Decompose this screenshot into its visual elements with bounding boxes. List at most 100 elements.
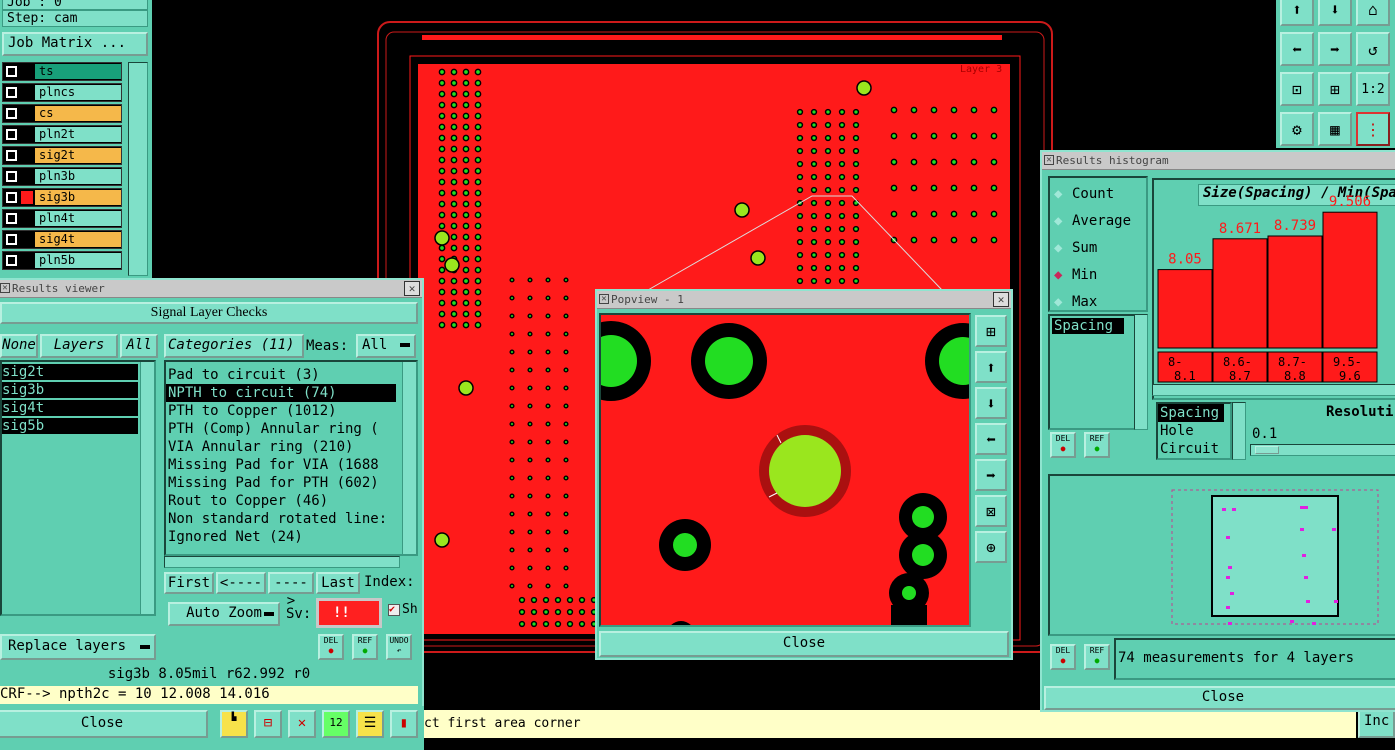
del-button[interactable]: DEL ● [318,634,344,660]
map-del-button[interactable]: DEL ● [1050,644,1076,670]
pan-left-icon[interactable]: ⬅ [1280,32,1314,66]
attribute-scroll[interactable] [1232,402,1246,460]
mode-radio-count[interactable]: ◆ Count [1054,184,1146,211]
layer-checkbox[interactable] [6,108,17,119]
histogram-icon[interactable]: ▮ [390,710,418,738]
layer-row-pln2t[interactable]: pln2t [2,125,122,144]
rotate-icon[interactable]: ↺ [1356,32,1390,66]
popview-right-icon[interactable]: ➡ [975,459,1007,491]
popview-center-icon[interactable]: ⊕ [975,531,1007,563]
metric-list[interactable]: Spacing [1048,314,1142,430]
layer-row-sig3b[interactable]: sig3b [2,188,122,207]
none-button[interactable]: None [0,334,38,358]
layer-row-sig4t[interactable]: sig4t [2,230,122,249]
snap-icon[interactable]: ⋮ [1356,112,1390,146]
report-icon[interactable]: ▙ [220,710,248,738]
histogram-bar[interactable] [1212,238,1268,349]
zoom-ratio-icon[interactable]: 1:2 [1356,72,1390,106]
resolution-slider-thumb[interactable] [1255,446,1279,454]
category-item[interactable]: VIA Annular ring (210) [166,438,396,456]
signal-layer-checks-header[interactable]: Signal Layer Checks [0,302,418,324]
pan-right-icon[interactable]: ➡ [1318,32,1352,66]
zoom-out-icon[interactable]: ⊞ [1318,72,1352,106]
error-icon[interactable]: ⊟ [254,710,282,738]
category-item[interactable]: Rout to Copper (46) [166,492,396,510]
layer-results-list[interactable]: sig2t sig3b sig4t sig5b [0,360,156,616]
metric-item[interactable]: Spacing [1052,318,1124,334]
distribution-map[interactable] [1048,474,1395,636]
popview-canvas[interactable] [599,313,971,627]
next-button[interactable]: ----> [268,572,314,609]
attribute-list[interactable]: Spacing Hole Circuit [1156,402,1232,460]
category-item[interactable]: NPTH to circuit (74) [166,384,396,402]
layer-checkbox[interactable] [6,66,17,77]
category-item[interactable]: Non standard rotated line: [166,510,396,528]
pan-down-icon[interactable]: ⬇ [1318,0,1352,26]
popview-up-icon[interactable]: ⬆ [975,351,1007,383]
results-viewer-close-icon[interactable]: ✕ [404,281,420,296]
popview-close-button[interactable]: Close [599,631,1009,657]
inc-button[interactable]: Inc [1358,710,1395,738]
layers-button[interactable]: Layers [40,334,118,358]
all-button[interactable]: All [120,334,158,358]
layer-row-cs[interactable]: cs [2,104,122,123]
histogram-bar[interactable] [1267,235,1323,349]
popview-zoom-icon[interactable]: ⊞ [975,315,1007,347]
home-icon[interactable]: ⌂ [1356,0,1390,26]
last-button[interactable]: Last [316,572,360,594]
layer-checkbox[interactable] [6,255,17,266]
notes-icon[interactable]: ☰ [356,710,384,738]
layer-row-sig2t[interactable]: sig2t [2,146,122,165]
histogram-ref-button[interactable]: REF ● [1084,432,1110,458]
popview-titlebar[interactable]: ✕ Popview - 1 ✕ [597,291,1011,309]
layer-row-plncs[interactable]: plncs [2,83,122,102]
category-item[interactable]: PTH to Copper (1012) [166,402,396,420]
category-list[interactable]: Pad to circuit (3) NPTH to circuit (74) PT… [164,360,418,556]
attribute-item[interactable]: Spacing [1158,404,1224,422]
category-item[interactable]: Missing Pad for PTH (602) [166,474,396,492]
window-menu-icon[interactable]: ✕ [599,294,609,304]
category-item[interactable]: PTH (Comp) Annular ring ( [166,420,396,438]
categories-button[interactable]: Categories (11) [164,334,304,358]
job-matrix-button[interactable]: Job Matrix ... [2,32,148,56]
show-checkbox[interactable]: ✔ [388,604,400,616]
category-item[interactable]: Missing Pad for VIA (1688 [166,456,396,474]
meas-select[interactable]: All [356,334,416,358]
window-menu-icon[interactable]: ✕ [1044,155,1054,165]
ref-crossed-icon[interactable]: ✕ [288,710,316,738]
category-item[interactable]: Pad to circuit (3) [166,366,396,384]
histogram-titlebar[interactable]: ✕ Results histogram [1042,152,1395,170]
undo-button[interactable]: UNDO ↶ [386,634,412,660]
histogram-hscroll[interactable] [1152,384,1395,396]
layer-scroll[interactable] [128,62,148,276]
category-hscroll[interactable] [164,556,400,568]
prev-button[interactable]: <---- [216,572,266,594]
metric-scroll[interactable] [1134,314,1148,430]
popview-down-icon[interactable]: ⬇ [975,387,1007,419]
mode-radio-sum[interactable]: ◆ Sum [1054,238,1146,265]
layer-checkbox[interactable] [6,192,17,203]
pan-up-icon[interactable]: ⬆ [1280,0,1314,26]
popview-fit-icon[interactable]: ⊠ [975,495,1007,527]
attribute-item[interactable]: Circuit [1158,440,1230,458]
layer-checkbox[interactable] [6,129,17,140]
popview-left-icon[interactable]: ⬅ [975,423,1007,455]
histogram-bar[interactable] [1157,269,1213,349]
result-layer-item[interactable]: sig5b [2,418,138,434]
layer-row-pln3b[interactable]: pln3b [2,167,122,186]
histogram-bar[interactable] [1322,211,1378,349]
mode-radio-average[interactable]: ◆ Average [1054,211,1146,238]
layer-checkbox[interactable] [6,87,17,98]
ref-button[interactable]: REF ● [352,634,378,660]
auto-zoom-select[interactable]: Auto Zoom [168,602,280,626]
attribute-item[interactable]: Hole [1158,422,1230,440]
layer-row-pln4t[interactable]: pln4t [2,209,122,228]
measure-icon[interactable]: ⚙ [1280,112,1314,146]
layer-results-scroll[interactable] [140,362,154,614]
result-layer-item[interactable]: sig3b [2,382,138,398]
window-menu-icon[interactable]: ✕ [0,283,10,293]
zoom-in-icon[interactable]: ⊡ [1280,72,1314,106]
first-button[interactable]: First [164,572,214,594]
histogram-close-button[interactable]: Close [1044,686,1395,710]
map-ref-button[interactable]: REF ● [1084,644,1110,670]
